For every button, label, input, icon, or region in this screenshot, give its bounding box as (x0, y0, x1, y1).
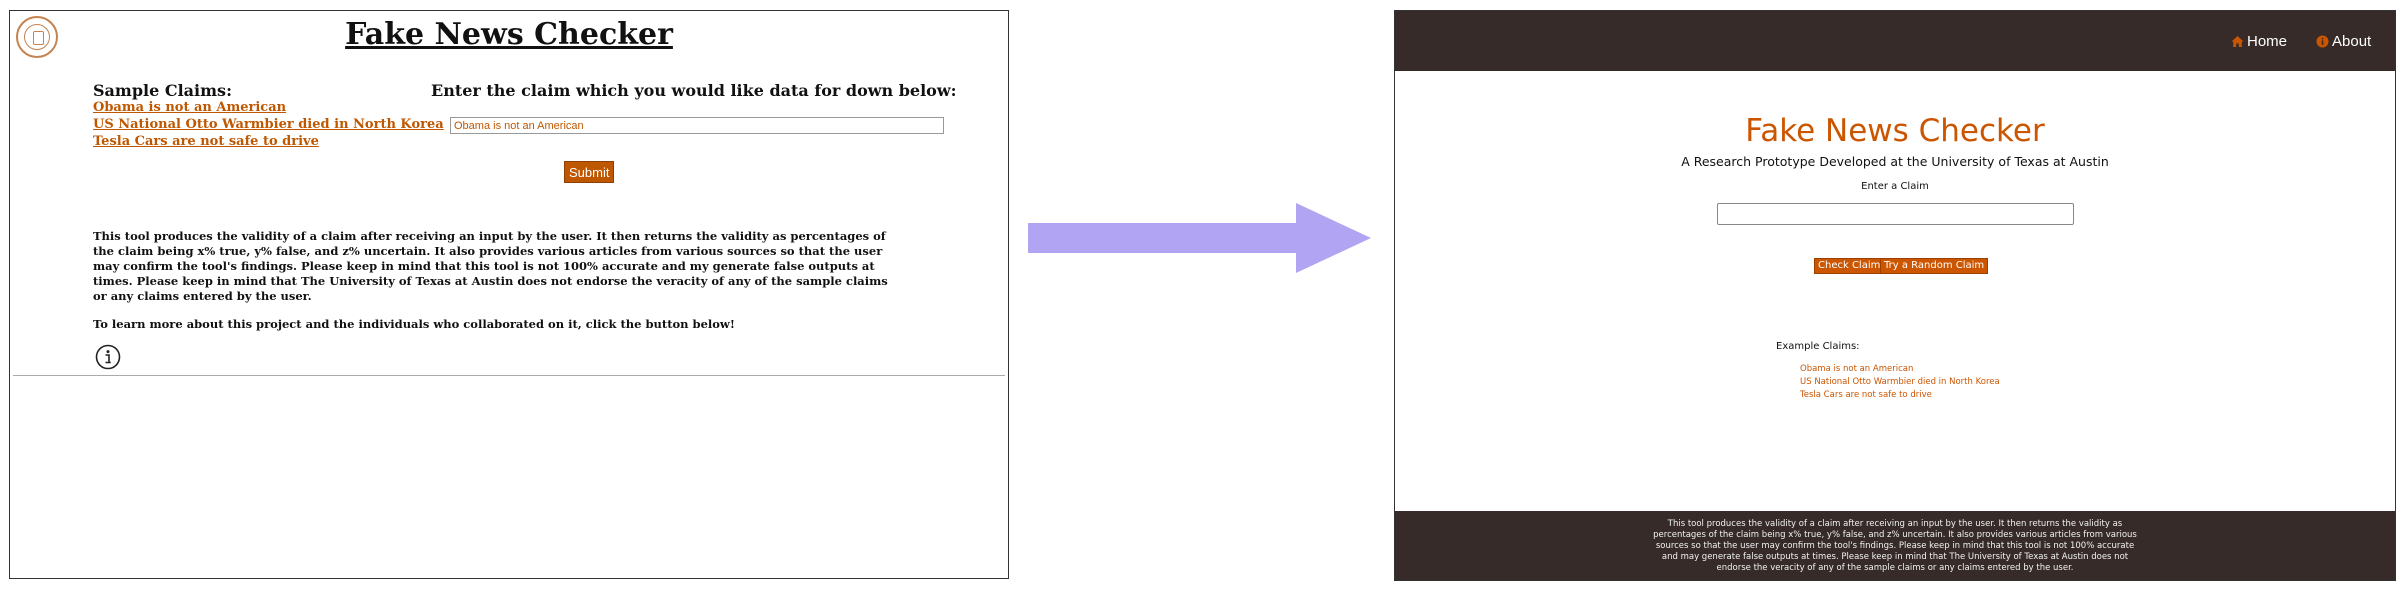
sample-claim-link[interactable]: Tesla Cars are not safe to drive (93, 134, 319, 149)
learn-more-text: To learn more about this project and the… (93, 317, 735, 331)
page-title: Fake News Checker (1745, 113, 2045, 149)
sample-claim-link[interactable]: Obama is not an American (93, 100, 286, 115)
check-claim-button[interactable]: Check Claim (1814, 258, 1885, 274)
claim-input[interactable] (1717, 203, 2074, 225)
nav-about-label: About (2332, 33, 2372, 50)
example-claim-link[interactable]: Obama is not an American (1800, 364, 1913, 374)
home-icon (2231, 36, 2244, 47)
claim-input[interactable] (450, 117, 944, 134)
info-icon (2316, 35, 2329, 48)
random-claim-button[interactable]: Try a Random Claim (1880, 258, 1989, 274)
tool-description: This tool produces the validity of a cla… (93, 229, 888, 303)
example-claims-heading: Example Claims: (1776, 341, 1860, 352)
right-arrow-icon (1028, 203, 1371, 273)
navbar: Home About (1395, 11, 2395, 71)
claim-input-label: Enter a Claim (1861, 181, 1929, 192)
old-design-page: Fake News Checker Sample Claims: Obama i… (9, 10, 1009, 579)
page-title: Fake News Checker (345, 17, 673, 52)
divider (13, 375, 1005, 376)
footer-disclaimer: This tool produces the validity of a cla… (1653, 519, 2137, 573)
new-design-page: Home About Fake News Checker A Research … (1394, 10, 2396, 581)
example-claim-link[interactable]: Tesla Cars are not safe to drive (1800, 390, 1932, 400)
sample-claims-heading: Sample Claims: (93, 81, 232, 100)
page-subtitle: A Research Prototype Developed at the Un… (1681, 154, 2109, 169)
submit-button[interactable]: Submit (564, 161, 615, 183)
sample-claim-link[interactable]: US National Otto Warmbier died in North … (93, 117, 444, 132)
claim-prompt: Enter the claim which you would like dat… (431, 81, 957, 100)
nav-home-link[interactable]: Home (2231, 33, 2287, 50)
nav-about-link[interactable]: About (2316, 33, 2371, 50)
info-circle-icon[interactable] (95, 344, 121, 370)
example-claim-link[interactable]: US National Otto Warmbier died in North … (1800, 377, 2000, 387)
nav-home-label: Home (2247, 33, 2288, 50)
footer: This tool produces the validity of a cla… (1395, 511, 2395, 580)
